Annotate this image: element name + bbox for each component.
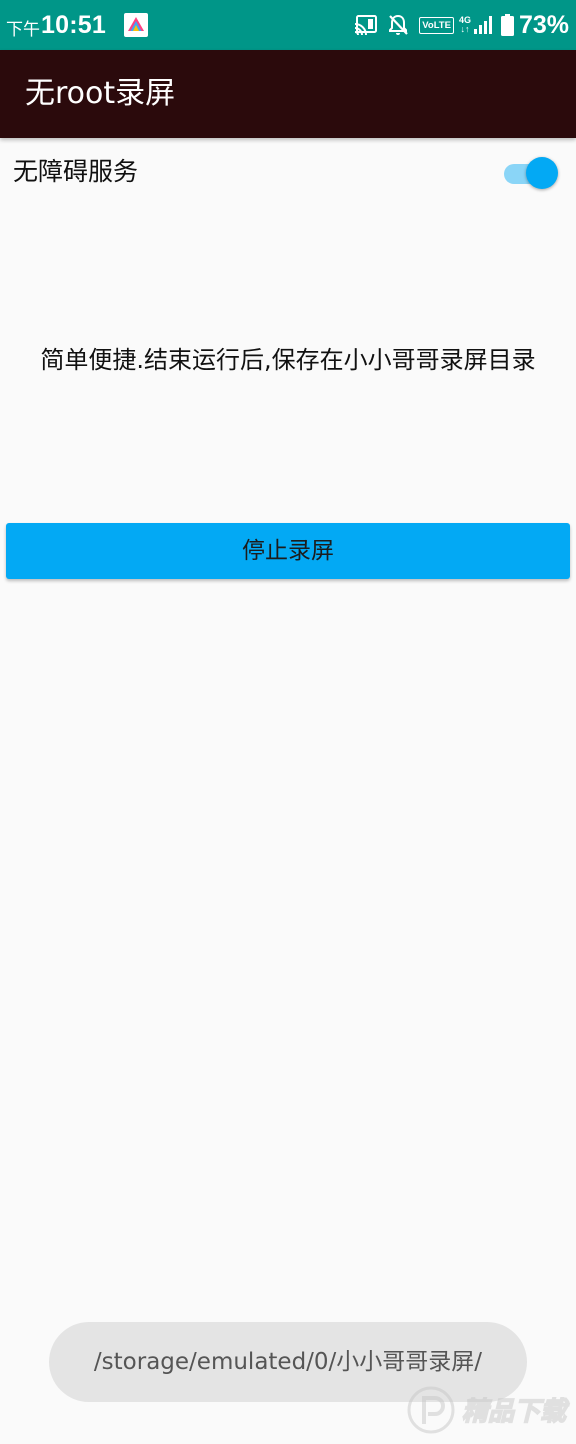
cast-icon <box>354 14 378 36</box>
app-toolbar: 无root录屏 <box>0 50 576 138</box>
status-bar-right: VoLTE 4G ↓↑ 73% <box>345 0 569 50</box>
status-bar-left: 下午 10:51 <box>6 0 148 50</box>
switch-thumb[interactable] <box>526 157 558 189</box>
description-text: 简单便捷.结束运行后,保存在小小哥哥录屏目录 <box>40 346 536 374</box>
app-notification-icon <box>123 13 148 37</box>
accessibility-service-row: 无障碍服务 <box>0 138 576 202</box>
volte-badge: VoLTE <box>419 16 454 34</box>
battery-icon <box>500 14 514 36</box>
svg-text:精品下载: 精品下载 <box>462 1397 570 1427</box>
accessibility-service-label: 无障碍服务 <box>13 157 139 186</box>
app-title: 无root录屏 <box>25 76 176 111</box>
accessibility-service-switch[interactable] <box>503 154 559 189</box>
battery-percent: 73% <box>518 10 569 39</box>
signal-icon <box>473 15 493 35</box>
stop-recording-button[interactable]: 停止录屏 <box>6 523 570 579</box>
status-period: 下午 <box>6 19 40 40</box>
status-bar: 下午 10:51 VoLTE 4G ↓↑ 73% <box>0 0 576 50</box>
network-type-bottom: ↓↑ <box>460 24 470 34</box>
network-type: 4G ↓↑ <box>459 16 471 34</box>
watermark-logo: 精品下载 <box>404 1378 576 1440</box>
status-clock: 10:51 <box>41 10 106 39</box>
notifications-off-icon <box>387 14 409 36</box>
